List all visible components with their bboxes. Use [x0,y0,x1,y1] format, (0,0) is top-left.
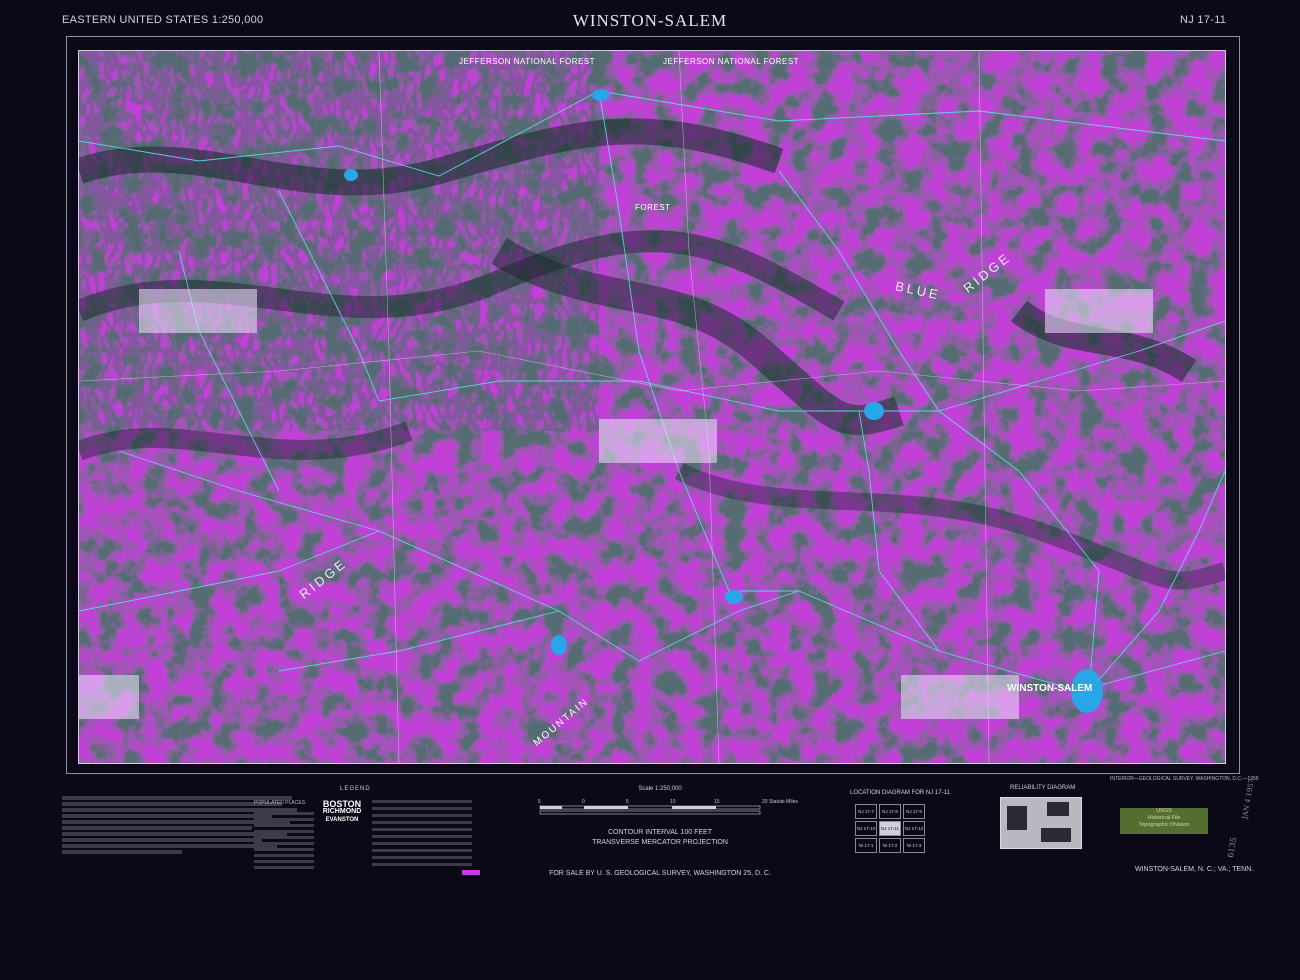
handwritten-date: JAN 4 1957 [1240,778,1256,820]
watermark-block [599,419,717,463]
label-forest-2: JEFFERSON NATIONAL FOREST [663,57,800,66]
label-forest-1: JEFFERSON NATIONAL FOREST [459,57,596,66]
scale-bar [539,805,761,815]
watermark-block [1045,289,1153,333]
legend-symbols [372,800,492,875]
location-diagram: NJ 17-7 NJ 17-8 NJ 17-9 NJ 17-10 NJ 17-1… [845,800,985,860]
projection: TRANSVERSE MERCATOR PROJECTION [592,839,728,846]
reliability-block [1041,828,1071,842]
scale-tick: 15 [714,799,720,805]
location-cell: NJ 17-12 [903,821,925,836]
watermark-block [139,289,257,333]
scale-tick: 5 [538,799,541,805]
location-diagram-title: LOCATION DIAGRAM FOR NJ 17-11 [850,790,950,796]
reliability-block [1047,802,1069,816]
sheet-coverage: WINSTON-SALEM, N. C.; VA.; TENN. [1135,866,1254,873]
reliability-diagram [1000,797,1082,849]
location-cell: NI 17-2 [879,838,901,853]
scale-tick: 20 Statute Miles [762,799,798,805]
label-forest-3: FOREST [635,203,671,212]
relief-map [79,51,1225,763]
location-cell: NJ 17-7 [855,804,877,819]
location-cell: NJ 17-8 [879,804,901,819]
scale-tick: 5 [626,799,629,805]
contour-note: CONTOUR INTERVAL 100 FEET TRANSVERSE MER… [520,828,800,848]
location-cell-selected: NJ 17-11 [879,821,901,836]
publisher-note: INTERIOR—GEOLOGICAL SURVEY, WASHINGTON, … [1110,776,1259,782]
handwritten-number: 6135 [1225,836,1239,859]
legend-boston: BOSTON [322,799,362,809]
watermark-block [901,675,1019,719]
location-cell: NI 17-3 [903,838,925,853]
location-cell: NI 17-1 [855,838,877,853]
historical-file-stamp: USGS Historical File Topographic Divisio… [1120,808,1208,834]
map-title: WINSTON-SALEM [572,11,728,30]
sheet-id: NJ 17-11 [1180,14,1227,26]
location-cell: NJ 17-10 [855,821,877,836]
reliability-title: RELIABILITY DIAGRAM [1010,785,1076,791]
stamp-line: USGS [1156,808,1172,814]
scale-tick: 10 [670,799,676,805]
map-sheet: EASTERN UNITED STATES 1:250,000 WINSTON-… [0,0,1300,980]
sale-note: FOR SALE BY U. S. GEOLOGICAL SURVEY, WAS… [549,870,771,877]
stamp-line: Historical File [1147,815,1181,821]
reliability-block [1007,806,1027,830]
legend-populated-places: POPULATED PLACES [254,800,306,806]
watermark-block [79,675,139,719]
map-frame[interactable]: JEFFERSON NATIONAL FOREST JEFFERSON NATI… [78,50,1226,764]
stamp-line: Topographic Division [1138,822,1190,828]
scale-tick: 0 [582,799,585,805]
contour-interval: CONTOUR INTERVAL 100 FEET [608,829,712,836]
scale-title: Scale 1:250,000 [638,786,682,792]
legend-title: LEGEND [340,786,371,792]
location-cell: NJ 17-9 [903,804,925,819]
label-city-winston-salem: WINSTON-SALEM [1007,683,1093,694]
